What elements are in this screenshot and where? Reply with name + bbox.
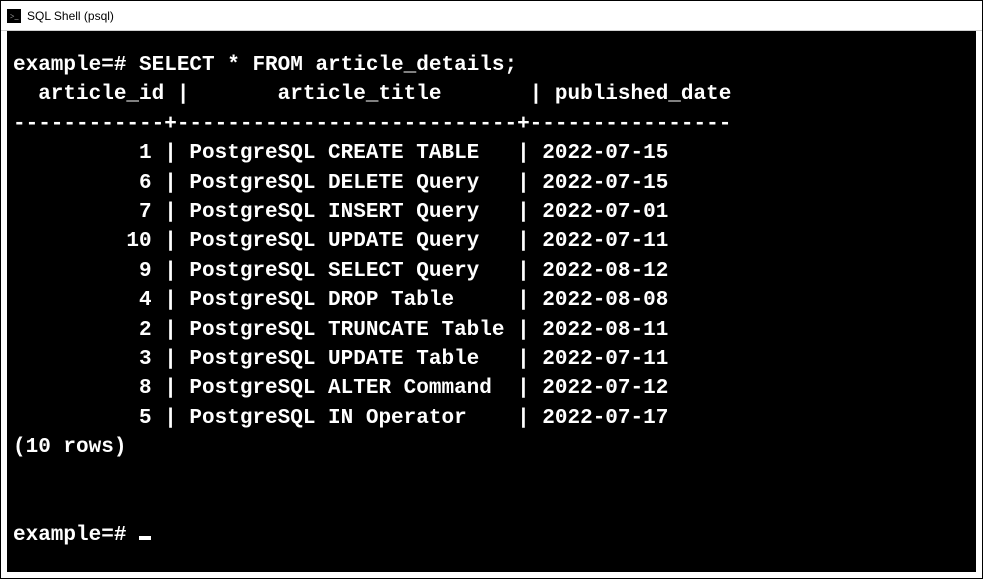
terminal-line: article_id | article_title | published_d… bbox=[13, 83, 731, 106]
terminal-line: ------------+---------------------------… bbox=[13, 113, 731, 136]
terminal-line: 10 | PostgreSQL UPDATE Query | 2022-07-1… bbox=[13, 230, 668, 253]
terminal-line: example=# SELECT * FROM article_details; bbox=[13, 54, 517, 77]
app-icon: >_ bbox=[7, 9, 21, 23]
terminal-line: 4 | PostgreSQL DROP Table | 2022-08-08 bbox=[13, 289, 668, 312]
terminal-prompt[interactable]: example=# bbox=[13, 521, 970, 550]
window-title: SQL Shell (psql) bbox=[27, 9, 114, 23]
terminal-line: 9 | PostgreSQL SELECT Query | 2022-08-12 bbox=[13, 260, 668, 283]
window-titlebar: >_ SQL Shell (psql) bbox=[1, 1, 982, 31]
terminal-output[interactable]: example=# SELECT * FROM article_details;… bbox=[4, 31, 979, 575]
terminal-line: 1 | PostgreSQL CREATE TABLE | 2022-07-15 bbox=[13, 142, 668, 165]
terminal-line: 7 | PostgreSQL INSERT Query | 2022-07-01 bbox=[13, 201, 668, 224]
terminal-line: 5 | PostgreSQL IN Operator | 2022-07-17 bbox=[13, 407, 668, 430]
prompt-text: example=# bbox=[13, 521, 139, 550]
terminal-line: (10 rows) bbox=[13, 436, 126, 459]
terminal-line: 3 | PostgreSQL UPDATE Table | 2022-07-11 bbox=[13, 348, 668, 371]
svg-text:>_: >_ bbox=[10, 12, 20, 21]
terminal-line: 6 | PostgreSQL DELETE Query | 2022-07-15 bbox=[13, 172, 668, 195]
terminal-line: 2 | PostgreSQL TRUNCATE Table | 2022-08-… bbox=[13, 319, 668, 342]
cursor bbox=[139, 536, 151, 540]
terminal-line: 8 | PostgreSQL ALTER Command | 2022-07-1… bbox=[13, 377, 668, 400]
